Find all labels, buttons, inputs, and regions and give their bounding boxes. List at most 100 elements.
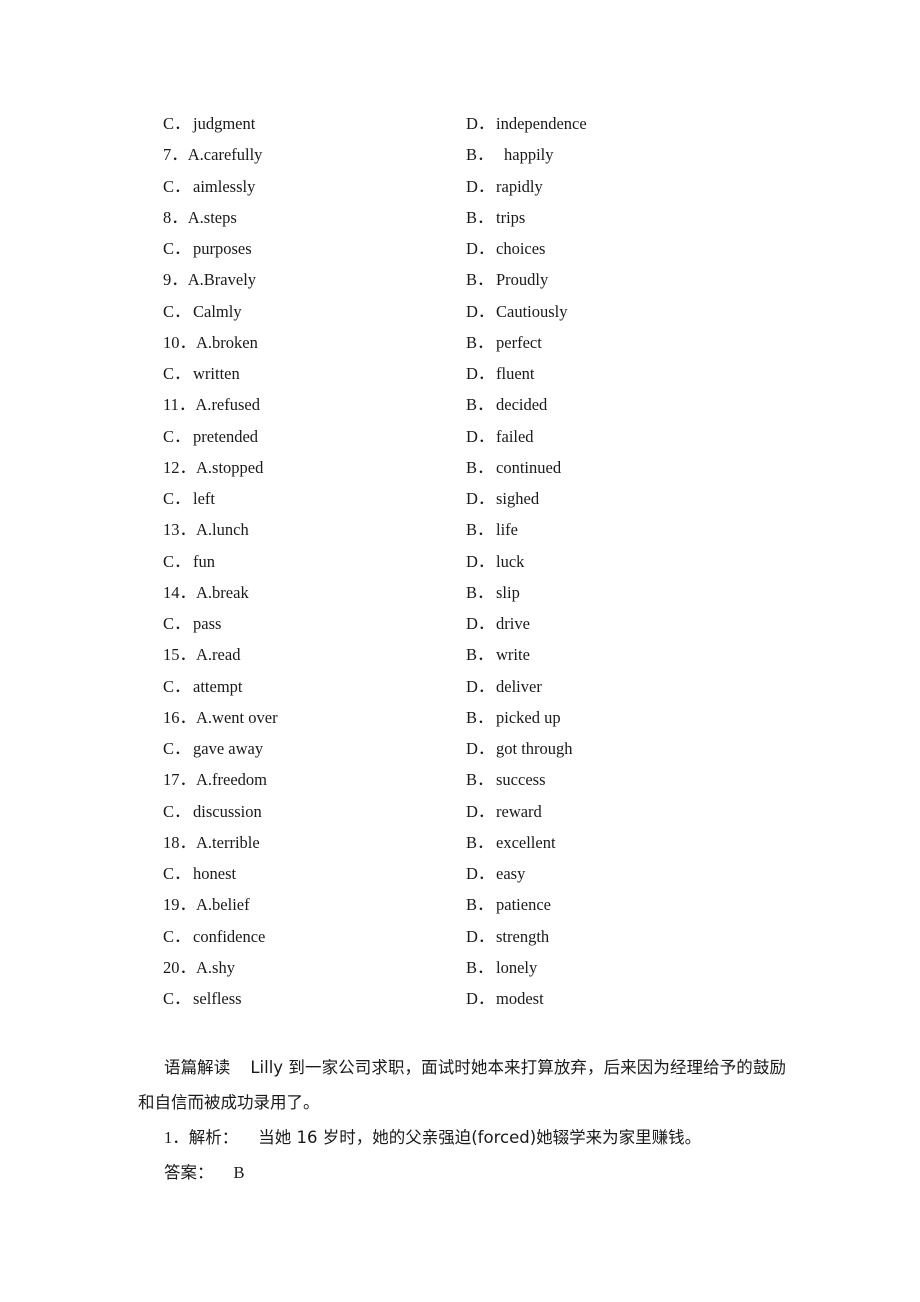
option-lead: B． xyxy=(466,957,494,977)
option-right[interactable]: B． life xyxy=(466,514,518,545)
option-right[interactable]: B． write xyxy=(466,639,530,670)
option-row: C． discussion D．reward xyxy=(0,796,920,827)
option-lead: D． xyxy=(466,176,495,196)
option-right[interactable]: B． excellent xyxy=(466,827,556,858)
option-left[interactable]: 18．A.terrible xyxy=(163,827,260,858)
option-left[interactable]: C． written xyxy=(163,358,240,389)
option-right[interactable]: B． lonely xyxy=(466,952,537,983)
option-left[interactable]: C． pretended xyxy=(163,421,258,452)
option-right[interactable]: D．failed xyxy=(466,421,534,452)
option-right[interactable]: B． picked up xyxy=(466,702,561,733)
option-left[interactable]: 8．A.steps xyxy=(163,202,237,233)
option-left[interactable]: 19．A.belief xyxy=(163,889,250,920)
option-left[interactable]: 13．A.lunch xyxy=(163,514,249,545)
option-left[interactable]: 17．A.freedom xyxy=(163,764,267,795)
option-right[interactable]: D．independence xyxy=(466,108,587,139)
option-right[interactable]: D．luck xyxy=(466,546,524,577)
option-word: pretended xyxy=(193,426,259,446)
option-lead: 18．A. xyxy=(163,832,213,852)
option-right[interactable]: D．modest xyxy=(466,983,544,1014)
option-left[interactable]: 12．A.stopped xyxy=(163,452,263,483)
option-row: C． judgment D．independence xyxy=(0,108,920,139)
option-right[interactable]: D．got through xyxy=(466,733,573,764)
option-right[interactable]: B． continued xyxy=(466,452,561,483)
option-left[interactable]: C． purposes xyxy=(163,233,252,264)
option-right[interactable]: D．easy xyxy=(466,858,525,889)
option-row: C． attempt D．deliver xyxy=(0,671,920,702)
option-row: 13．A.lunch B． life xyxy=(0,514,920,545)
option-left[interactable]: 20．A.shy xyxy=(163,952,235,983)
option-lead: C． xyxy=(163,989,191,1008)
option-word: failed xyxy=(496,426,534,446)
option-row: 12．A.stopped B． continued xyxy=(0,452,920,483)
option-lead: B． xyxy=(466,707,494,727)
option-left[interactable]: C． selfless xyxy=(163,983,242,1014)
option-left[interactable]: C． attempt xyxy=(163,671,242,702)
options-list: C． judgment D．independence 7．A.carefully B． h… xyxy=(0,108,920,1014)
option-right[interactable]: B． perfect xyxy=(466,327,542,358)
option-word: happily xyxy=(504,145,554,165)
option-word: attempt xyxy=(193,676,243,696)
option-right[interactable]: D．Cautiously xyxy=(466,296,568,327)
option-left[interactable]: C． honest xyxy=(163,858,236,889)
option-left[interactable]: 15．A.read xyxy=(163,639,240,670)
option-left[interactable]: 9．A.Bravely xyxy=(163,264,256,295)
option-left[interactable]: 11．A.refused xyxy=(163,389,260,420)
option-word: judgment xyxy=(193,114,256,133)
option-left[interactable]: C． discussion xyxy=(163,796,262,827)
option-left[interactable]: C． judgment xyxy=(163,108,255,139)
option-word: honest xyxy=(193,864,237,883)
option-left[interactable]: 10．A.broken xyxy=(163,327,258,358)
option-right[interactable]: B． decided xyxy=(466,389,547,420)
option-right[interactable]: D．reward xyxy=(466,796,542,827)
option-word: life xyxy=(496,520,518,540)
option-right[interactable]: D．choices xyxy=(466,233,545,264)
option-word: success xyxy=(496,770,546,790)
option-lead: D． xyxy=(466,426,495,446)
option-lead: 14．A. xyxy=(163,582,213,602)
option-lead: C． xyxy=(163,864,191,883)
option-left[interactable]: 14．A.break xyxy=(163,577,249,608)
option-left[interactable]: C． Calmly xyxy=(163,296,242,327)
option-right[interactable]: B． slip xyxy=(466,577,520,608)
option-right[interactable]: B． success xyxy=(466,764,545,795)
option-left[interactable]: C． aimlessly xyxy=(163,171,255,202)
option-right[interactable]: B． Proudly xyxy=(466,264,548,295)
option-right[interactable]: B． patience xyxy=(466,889,551,920)
passage-explanation-text: Lilly 到一家公司求职，面试时她本来打算放弃，后来因为经理给予的鼓励和自信而… xyxy=(138,1058,786,1112)
option-lead: D． xyxy=(466,301,495,321)
option-left[interactable]: C． pass xyxy=(163,608,221,639)
option-lead: D． xyxy=(466,614,495,633)
option-left[interactable]: C． fun xyxy=(163,546,215,577)
option-left[interactable]: C． gave away xyxy=(163,733,263,764)
option-word: left xyxy=(193,489,215,508)
option-word: discussion xyxy=(193,801,262,821)
option-lead: B． xyxy=(466,207,494,227)
option-lead: B． xyxy=(466,895,494,915)
option-left[interactable]: 16．A.went over xyxy=(163,702,278,733)
option-right[interactable]: D．deliver xyxy=(466,671,542,702)
option-right[interactable]: D．fluent xyxy=(466,358,535,389)
option-left[interactable]: C． confidence xyxy=(163,921,265,952)
option-row: C． fun D．luck xyxy=(0,546,920,577)
option-right[interactable]: D．strength xyxy=(466,921,549,952)
option-right[interactable]: B． happily xyxy=(466,139,554,170)
option-right[interactable]: D．sighed xyxy=(466,483,539,514)
option-left[interactable]: C． left xyxy=(163,483,215,514)
option-lead: C． xyxy=(163,114,191,133)
option-right[interactable]: B． trips xyxy=(466,202,525,233)
option-word: reward xyxy=(496,801,542,821)
option-word: lunch xyxy=(212,520,249,540)
option-lead: C． xyxy=(163,801,191,821)
option-left[interactable]: 7．A.carefully xyxy=(163,139,262,170)
option-word: modest xyxy=(496,989,544,1008)
option-row: C． honest D．easy xyxy=(0,858,920,889)
option-word: break xyxy=(212,582,249,602)
option-row: C． selfless D．modest xyxy=(0,983,920,1014)
option-right[interactable]: D．drive xyxy=(466,608,530,639)
option-row: 9．A.Bravely B． Proudly xyxy=(0,264,920,295)
option-word: rapidly xyxy=(496,176,543,196)
option-word: stopped xyxy=(212,457,264,477)
option-right[interactable]: D．rapidly xyxy=(466,171,543,202)
explanation-section: 语篇解读 Lilly 到一家公司求职，面试时她本来打算放弃，后来因为经理给予的鼓励… xyxy=(138,1050,786,1190)
